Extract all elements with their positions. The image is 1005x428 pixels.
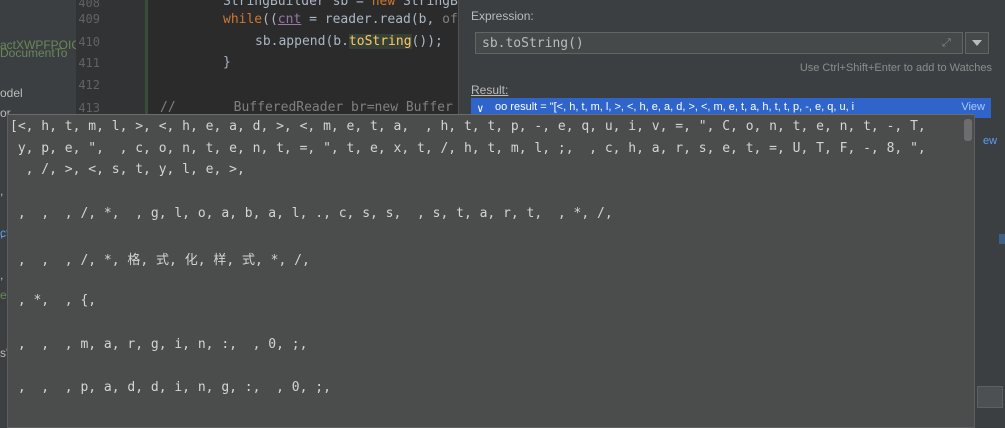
popup-scrollbar-thumb[interactable]: [964, 119, 972, 141]
expression-value: sb.toString(): [482, 36, 584, 51]
code-text: StringB: [395, 0, 458, 9]
tree-item-document-to[interactable]: DocumentTo: [0, 46, 67, 60]
popup-text-line: y, p, e, ", , c, o, n, t, e, n, t, =, ",…: [10, 141, 926, 156]
evaluate-button[interactable]: [977, 386, 1003, 408]
view-link[interactable]: View: [961, 101, 985, 113]
expression-label: Expression:: [471, 9, 534, 23]
keyword-token: while: [223, 12, 263, 27]
comment-token: //: [160, 100, 176, 115]
tree-item-model[interactable]: odel: [0, 86, 23, 100]
code-text: sb.append(b.: [255, 34, 349, 49]
popup-text-line: , *, , {,: [10, 293, 97, 308]
tree-fragment: e: [0, 288, 7, 302]
code-line-413: // BufferedReader br=new Buffer: [160, 100, 453, 115]
popup-text-line: , , , /, *, 格, 式, 化, 样, 式, *, /,: [10, 253, 310, 268]
expand-icon[interactable]: ⤢: [942, 37, 954, 49]
expression-input[interactable]: sb.toString() ⤢: [475, 32, 963, 54]
line-number: 409: [78, 12, 100, 26]
code-line-410: sb.append(b.toString());: [255, 34, 443, 49]
tree-fragment: ,: [0, 184, 4, 198]
history-dropdown-button[interactable]: [965, 32, 989, 54]
code-text: = reader.read(b,: [301, 12, 443, 27]
code-line-408: StringBuilder sb = new StringB: [223, 0, 458, 9]
tree-fragment: ,: [0, 268, 4, 282]
code-text: ((: [262, 12, 278, 27]
code-text: of: [442, 12, 458, 27]
code-line-409: while((cnt = reader.read(b, of: [223, 12, 458, 27]
line-number: 413: [78, 101, 100, 115]
value-popup[interactable]: [<, h, t, m, l, >, <, h, e, a, d, >, <, …: [7, 114, 975, 428]
comment-token: BufferedReader br=new Buffer: [233, 100, 453, 115]
result-value: oo result = "[<, h, t, m, l, >, <, h, e,…: [495, 101, 855, 113]
code-line-411: }: [223, 55, 231, 70]
code-text: ());: [411, 34, 443, 49]
popup-text-line: , /, >, <, s, t, y, l, e, >,: [10, 162, 245, 177]
line-number: 410: [78, 35, 100, 49]
scrollbar-marker: [999, 234, 1005, 244]
line-number: 408: [78, 0, 100, 10]
popup-text-line: , , , /, *, , g, l, o, a, b, a, l, ., c,…: [10, 206, 613, 221]
method-token: toString: [348, 34, 412, 49]
line-number: 411: [78, 56, 100, 70]
popup-text-line: , , , p, a, d, d, i, n, g, :, , 0, ;,: [10, 380, 331, 395]
result-label: Result:: [471, 83, 509, 97]
code-text: StringBuilder sb =: [223, 0, 372, 9]
watches-hint: Use Ctrl+Shift+Enter to add to Watches: [799, 62, 992, 74]
variable-token: cnt: [277, 12, 302, 27]
popup-text-line: , , , m, a, r, g, i, n, :, , 0, ;,: [10, 337, 308, 352]
keyword-token: new: [371, 0, 396, 9]
view-link-partial[interactable]: ew: [983, 135, 997, 147]
popup-text-line: [<, h, t, m, l, >, <, h, e, a, d, >, <, …: [10, 119, 926, 134]
line-number: 412: [78, 78, 100, 92]
chevron-down-icon: [972, 40, 982, 46]
